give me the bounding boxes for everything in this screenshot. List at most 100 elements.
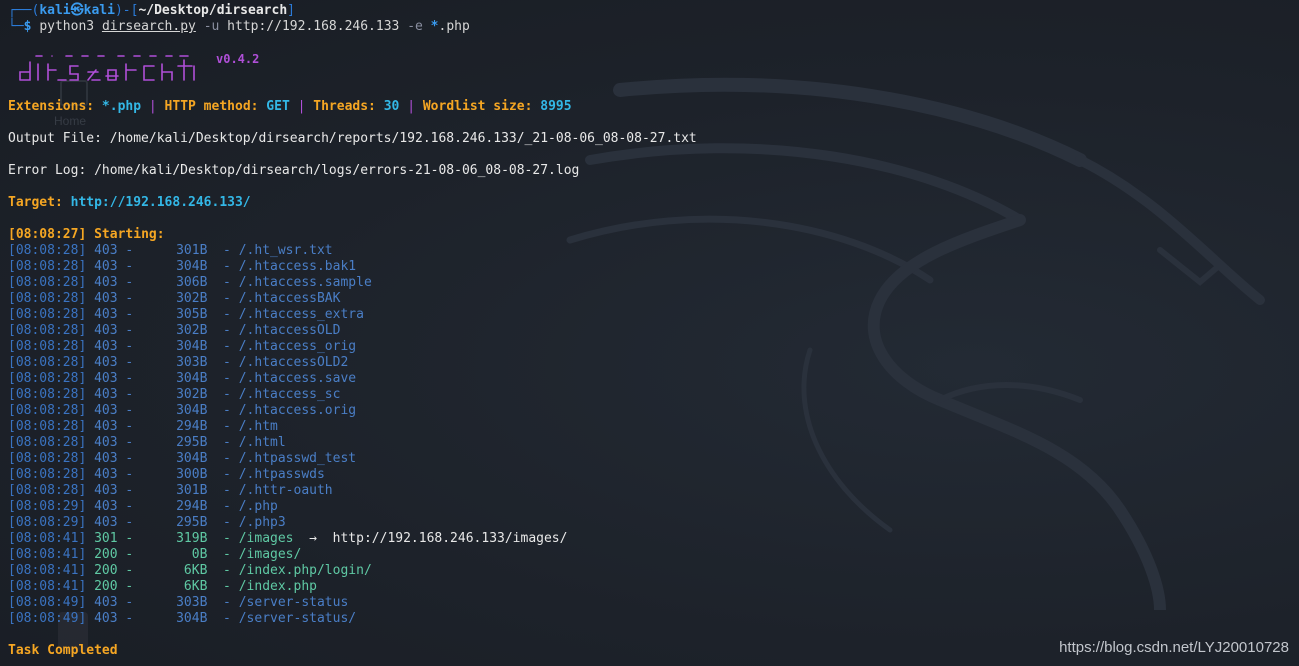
result-row: [08:08:41] 301 - 319B - /images → http:/… bbox=[8, 531, 568, 546]
result-path: /.html bbox=[238, 435, 286, 450]
result-row: [08:08:28] 403 - 301B - /.ht_wsr.txt bbox=[8, 243, 333, 258]
result-status: 403 bbox=[94, 595, 118, 610]
result-size: 304B bbox=[176, 451, 208, 466]
result-status: 403 bbox=[94, 435, 118, 450]
result-row: [08:08:28] 403 - 302B - /.htaccess_sc bbox=[8, 387, 341, 402]
prompt-corner-top: ┌──( bbox=[8, 3, 40, 18]
wordlist-value: 8995 bbox=[540, 99, 572, 114]
result-size: 295B bbox=[176, 515, 208, 530]
result-path: /.htaccessOLD2 bbox=[238, 355, 349, 370]
result-path: /.htaccess_orig bbox=[238, 339, 357, 354]
config-separator: | bbox=[148, 99, 157, 114]
starting-line: [08:08:27] Starting: bbox=[8, 227, 165, 243]
result-status: 403 bbox=[94, 451, 118, 466]
prompt-path-open: )-[ bbox=[114, 3, 139, 18]
result-row: [08:08:28] 403 - 302B - /.htaccessOLD bbox=[8, 323, 341, 338]
result-status: 403 bbox=[94, 243, 118, 258]
target-label: Target: bbox=[8, 195, 63, 210]
target-line: Target: http://192.168.246.133/ bbox=[8, 195, 251, 211]
result-status: 403 bbox=[94, 419, 118, 434]
prompt-path-close: ] bbox=[287, 3, 295, 18]
result-path: /.htpasswd_test bbox=[238, 451, 357, 466]
result-row: [08:08:28] 403 - 306B - /.htaccess.sampl… bbox=[8, 275, 372, 290]
result-path: /index.php/login/ bbox=[238, 563, 372, 578]
result-status: 403 bbox=[94, 291, 118, 306]
result-status: 403 bbox=[94, 259, 118, 274]
result-time: [08:08:41] bbox=[8, 563, 87, 578]
result-row: [08:08:28] 403 - 302B - /.htaccessBAK bbox=[8, 291, 341, 306]
task-completed-line: Task Completed bbox=[8, 643, 118, 658]
result-status: 200 bbox=[94, 579, 118, 594]
result-row: [08:08:28] 403 - 304B - /.htpasswd_test bbox=[8, 451, 357, 466]
result-time: [08:08:49] bbox=[8, 611, 87, 626]
terminal-window[interactable]: Home ┌──(kali㉿kali)-[~/Desktop/dirsearch… bbox=[0, 0, 1299, 666]
extensions-value: *.php bbox=[101, 99, 142, 114]
result-time: [08:08:28] bbox=[8, 243, 87, 258]
result-time: [08:08:28] bbox=[8, 419, 87, 434]
command-flag-e: -e bbox=[407, 19, 423, 34]
result-row: [08:08:28] 403 - 294B - /.htm bbox=[8, 419, 278, 434]
result-path: /.htm bbox=[238, 419, 278, 434]
result-path: /server-status/ bbox=[238, 611, 357, 626]
result-size: 302B bbox=[176, 323, 208, 338]
target-value: http://192.168.246.133/ bbox=[70, 195, 251, 210]
result-row: [08:08:29] 403 - 294B - /.php bbox=[8, 499, 278, 514]
result-time: [08:08:41] bbox=[8, 547, 87, 562]
result-row: [08:08:28] 403 - 304B - /.htaccess.bak1 bbox=[8, 259, 357, 274]
result-status: 403 bbox=[94, 371, 118, 386]
redirect-arrow-icon: → bbox=[309, 531, 317, 546]
result-row: [08:08:49] 403 - 304B - /server-status/ bbox=[8, 611, 357, 626]
result-path: /server-status bbox=[238, 595, 349, 610]
result-row: [08:08:28] 403 - 303B - /.htaccessOLD2 bbox=[8, 355, 349, 370]
result-row: [08:08:41] 200 - 6KB - /index.php/login/ bbox=[8, 563, 372, 578]
result-size: 6KB bbox=[183, 563, 208, 578]
command-flag-u: -u bbox=[203, 19, 220, 34]
prompt-corner-bottom: └─ bbox=[8, 19, 24, 34]
result-status: 403 bbox=[94, 403, 118, 418]
command-name: python3 bbox=[39, 19, 95, 34]
result-time: [08:08:28] bbox=[8, 435, 87, 450]
result-size: 306B bbox=[176, 275, 208, 290]
result-size: 304B bbox=[176, 259, 208, 274]
result-size: 319B bbox=[176, 531, 208, 546]
result-row: [08:08:28] 403 - 304B - /.htaccess_orig bbox=[8, 339, 357, 354]
result-status: 403 bbox=[94, 515, 118, 530]
result-path: /.htaccess.sample bbox=[238, 275, 372, 290]
result-row: [08:08:28] 403 - 295B - /.html bbox=[8, 435, 286, 450]
dirsearch-ascii-logo bbox=[19, 55, 195, 81]
result-redirect: http://192.168.246.133/images/ bbox=[332, 531, 568, 546]
result-size: 6KB bbox=[183, 579, 208, 594]
result-path: /.htaccess.save bbox=[238, 371, 357, 386]
result-status: 403 bbox=[94, 611, 118, 626]
result-time: [08:08:28] bbox=[8, 483, 87, 498]
config-separator: | bbox=[407, 99, 416, 114]
result-row: [08:08:28] 403 - 300B - /.htpasswds bbox=[8, 467, 325, 482]
prompt-path: ~/Desktop/dirsearch bbox=[138, 3, 288, 18]
result-time: [08:08:28] bbox=[8, 275, 87, 290]
result-time: [08:08:41] bbox=[8, 531, 87, 546]
result-status: 403 bbox=[94, 483, 118, 498]
command-url: http://192.168.246.133 bbox=[227, 19, 400, 34]
result-path: /.php3 bbox=[238, 515, 286, 530]
result-status: 403 bbox=[94, 339, 118, 354]
result-time: [08:08:28] bbox=[8, 323, 87, 338]
result-path: /.htaccessBAK bbox=[238, 291, 341, 306]
result-row: [08:08:41] 200 - 0B - /images/ bbox=[8, 547, 302, 562]
result-time: [08:08:29] bbox=[8, 515, 87, 530]
result-size: 303B bbox=[176, 355, 208, 370]
result-size: 304B bbox=[176, 403, 208, 418]
result-time: [08:08:28] bbox=[8, 307, 87, 322]
result-time: [08:08:28] bbox=[8, 371, 87, 386]
result-path: /images/ bbox=[238, 547, 302, 562]
command-script[interactable]: dirsearch.py bbox=[102, 19, 196, 34]
http-method-value: GET bbox=[266, 99, 290, 114]
result-size: 302B bbox=[176, 291, 208, 306]
result-path: /.httr-oauth bbox=[238, 483, 333, 498]
result-size: 294B bbox=[176, 499, 208, 514]
prompt-line-2[interactable]: └─$ python3 dirsearch.py -u http://192.1… bbox=[8, 19, 470, 35]
prompt-line-1: ┌──(kali㉿kali)-[~/Desktop/dirsearch] bbox=[8, 3, 295, 19]
result-size: 303B bbox=[176, 595, 208, 610]
result-row: [08:08:28] 403 - 304B - /.htaccess.orig bbox=[8, 403, 357, 418]
result-size: 304B bbox=[176, 371, 208, 386]
command-ext: .php bbox=[438, 19, 470, 34]
